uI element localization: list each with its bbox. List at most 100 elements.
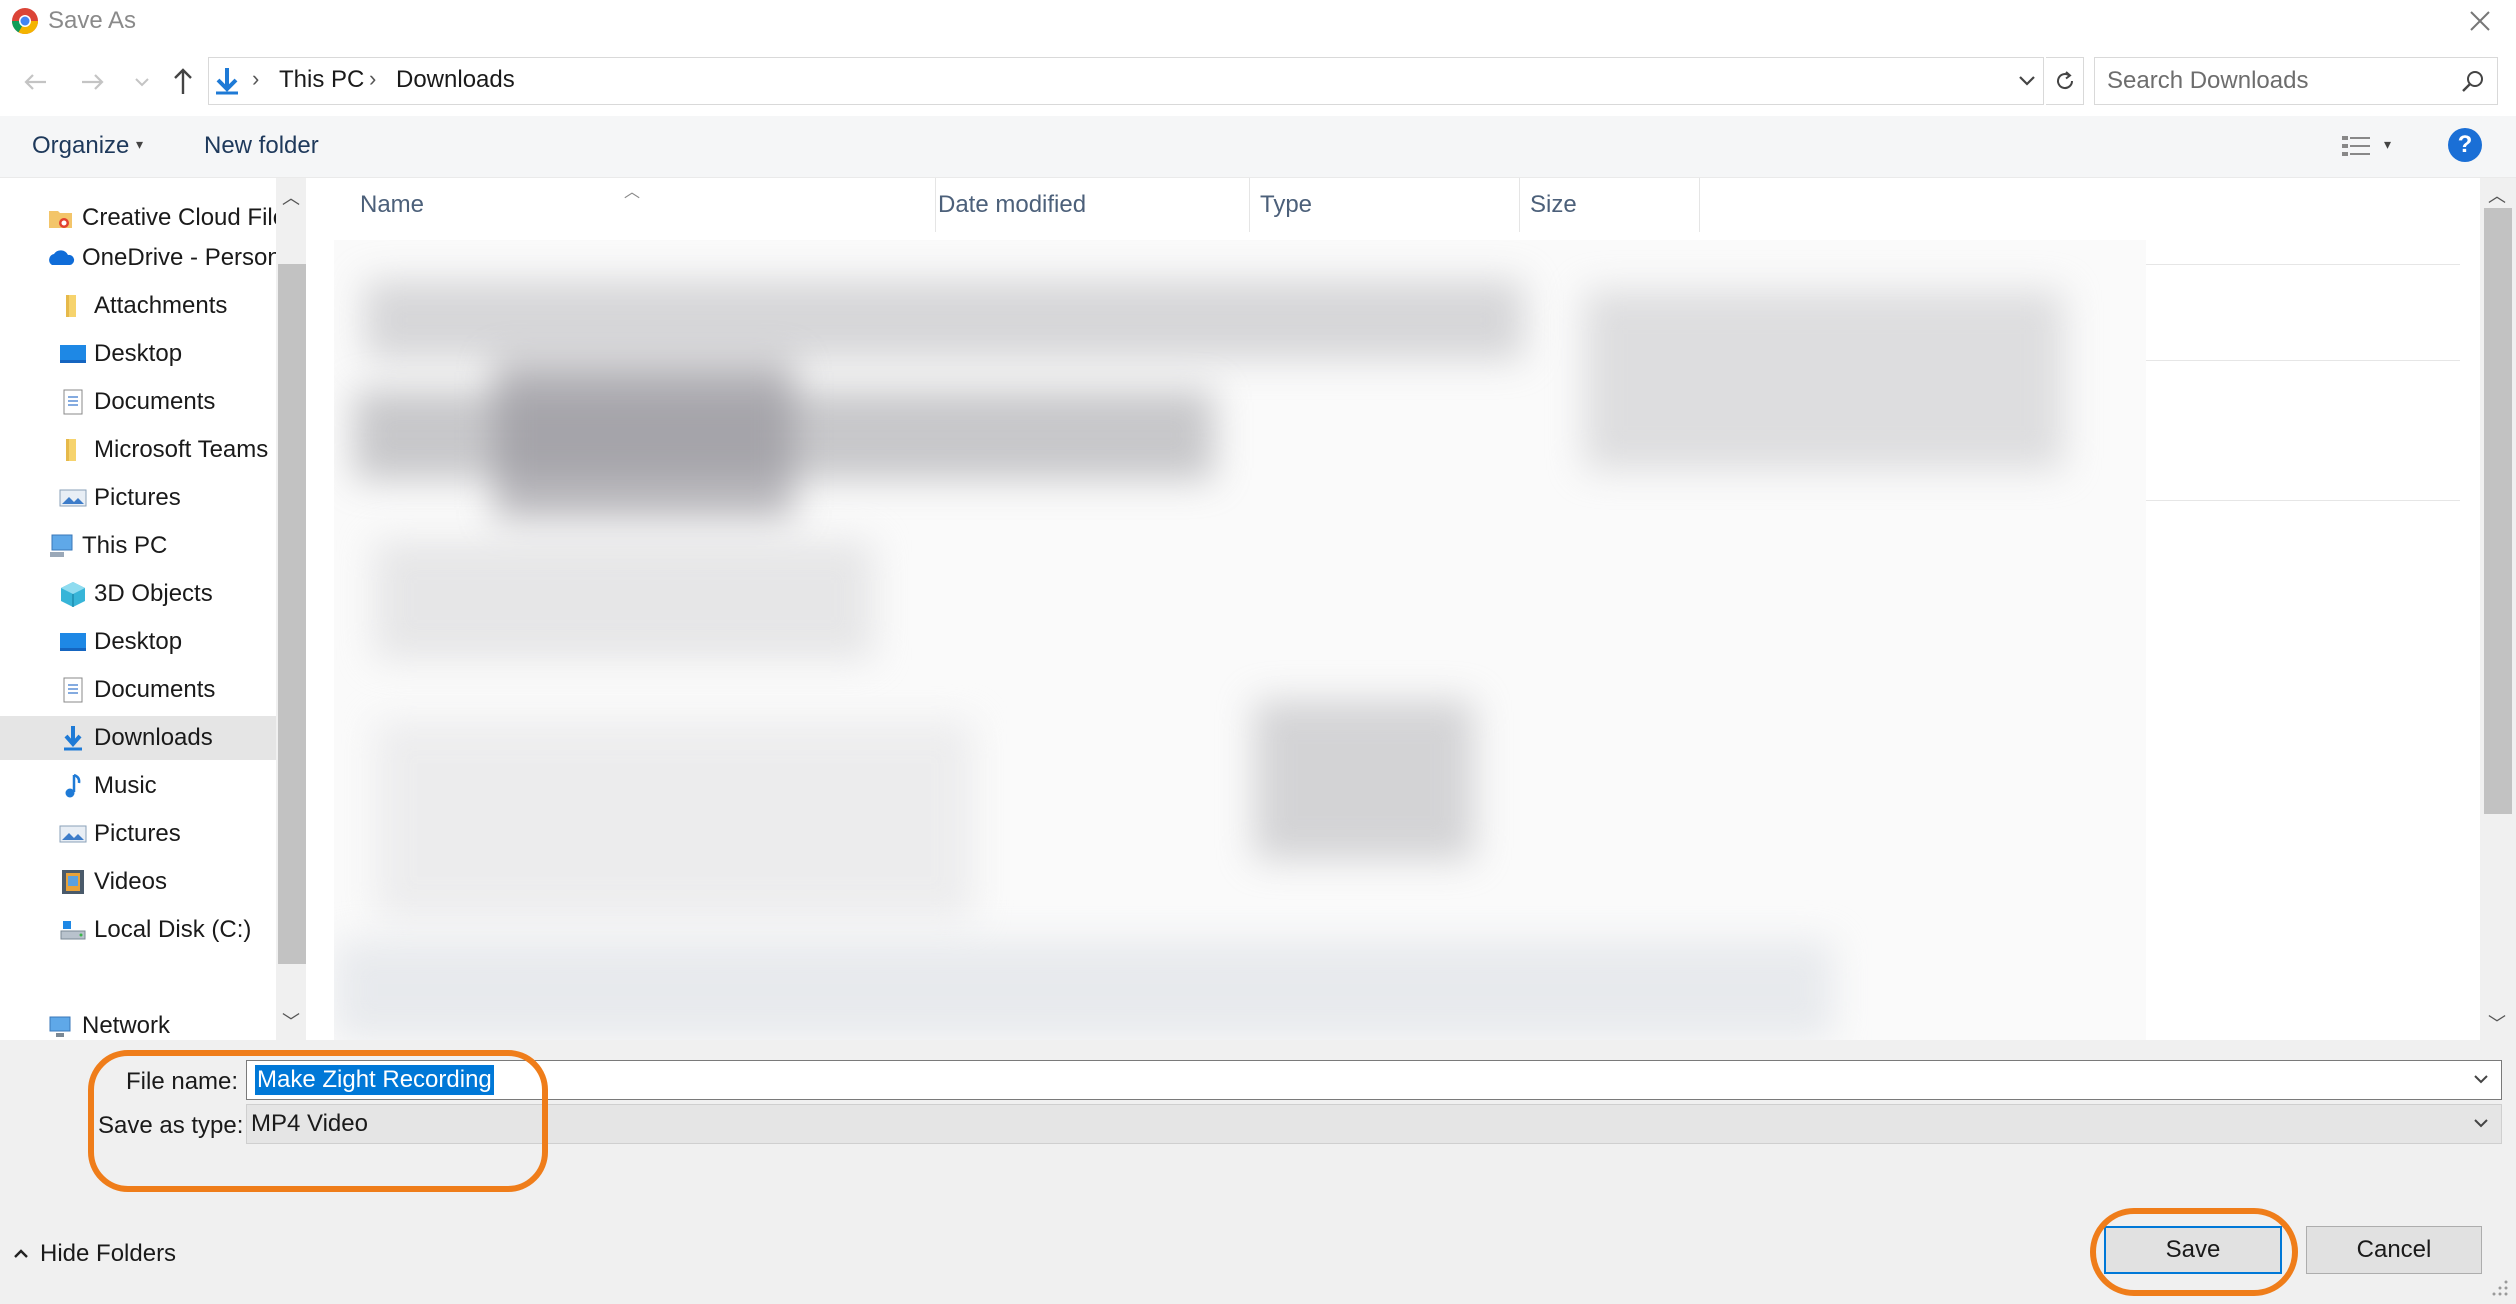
- navigation-scrollbar[interactable]: ︿ ﹀: [276, 178, 308, 1040]
- chrome-app-icon: [11, 8, 39, 35]
- nav-item-label: Microsoft Teams: [94, 436, 269, 463]
- music-icon: [65, 773, 81, 798]
- nav-item-label: Network: [82, 1012, 171, 1039]
- scrollbar-thumb[interactable]: [278, 264, 306, 964]
- organize-dropdown-caret-icon[interactable]: ▾: [136, 136, 143, 153]
- view-dropdown-caret-icon[interactable]: ▾: [2384, 136, 2391, 153]
- nav-item-desktop[interactable]: Desktop: [58, 332, 182, 376]
- nav-item-label: 3D Objects: [94, 580, 213, 607]
- downloads-icon: [64, 726, 82, 751]
- recent-locations-chevron-icon[interactable]: [130, 70, 154, 94]
- nav-item-local-disk[interactable]: Local Disk (C:): [58, 908, 251, 952]
- scroll-up-arrow-icon[interactable]: ︿: [2488, 182, 2506, 208]
- save-as-type-select[interactable]: MP4 Video: [246, 1104, 2502, 1144]
- folder-icon: [66, 439, 76, 461]
- videos-icon: [62, 870, 84, 894]
- nav-item-label: Videos: [94, 868, 167, 895]
- nav-item-label: Pictures: [94, 484, 181, 511]
- hide-folders-button[interactable]: Hide Folders: [12, 1238, 176, 1270]
- search-box[interactable]: [2094, 57, 2498, 105]
- view-options-icon[interactable]: [2336, 128, 2376, 164]
- column-header-date-modified[interactable]: Date modified: [928, 178, 1250, 232]
- organize-menu-button[interactable]: Organize: [32, 130, 129, 162]
- nav-item-attachments[interactable]: Attachments: [58, 284, 227, 328]
- up-arrow-icon[interactable]: [166, 62, 200, 100]
- column-header-label: Size: [1530, 191, 1577, 218]
- scroll-up-arrow-icon[interactable]: ︿: [282, 184, 300, 210]
- nav-item-label: Creative Cloud Files: [82, 204, 299, 231]
- forward-arrow-icon[interactable]: [74, 64, 110, 100]
- file-list-scrollbar[interactable]: ︿ ﹀: [2480, 178, 2516, 1040]
- chevron-up-icon: [14, 1249, 28, 1258]
- breadcrumb-downloads[interactable]: Downloads: [396, 64, 515, 96]
- window-title: Save As: [48, 7, 137, 34]
- close-icon: [2470, 11, 2490, 31]
- breadcrumb-this-pc[interactable]: This PC: [279, 64, 364, 96]
- nav-item-3d-objects[interactable]: 3D Objects: [58, 572, 213, 616]
- nav-item-pictures-pc[interactable]: Pictures: [58, 812, 181, 856]
- downloads-location-icon: [216, 68, 238, 95]
- navigation-pane: Creative Cloud Files OneDrive - Personal…: [0, 178, 306, 1040]
- column-header-label: Type: [1260, 191, 1313, 218]
- creative-cloud-folder-icon: [49, 211, 72, 228]
- sort-ascending-icon: ︿: [624, 184, 641, 201]
- cancel-button[interactable]: Cancel: [2306, 1226, 2482, 1274]
- row-divider: [2146, 264, 2460, 265]
- back-arrow-icon[interactable]: [18, 64, 54, 100]
- command-bar: [0, 116, 2516, 178]
- nav-item-music[interactable]: Music: [58, 764, 157, 808]
- new-folder-button[interactable]: New folder: [204, 130, 319, 162]
- nav-item-label: Documents: [94, 676, 216, 703]
- nav-item-label: Desktop: [94, 628, 183, 655]
- column-header-name[interactable]: Name: [350, 178, 936, 232]
- file-name-dropdown-chevron-icon[interactable]: [2469, 1067, 2493, 1091]
- nav-item-videos[interactable]: Videos: [58, 860, 167, 904]
- refresh-button[interactable]: [2046, 57, 2084, 105]
- pictures-icon: [59, 489, 87, 507]
- obscured-file-rows: [334, 240, 2146, 1040]
- documents-icon: [63, 389, 83, 415]
- address-dropdown-chevron-icon[interactable]: [2012, 66, 2042, 96]
- file-name-input[interactable]: Make Zight Recording: [246, 1060, 2502, 1100]
- nav-item-pictures[interactable]: Pictures: [58, 476, 181, 520]
- nav-item-downloads[interactable]: Downloads: [0, 716, 276, 760]
- breadcrumb-separator-icon[interactable]: ›: [252, 66, 259, 92]
- scrollbar-thumb[interactable]: [2484, 208, 2512, 814]
- search-input[interactable]: [2107, 66, 2447, 96]
- nav-item-network[interactable]: Network: [46, 1004, 170, 1040]
- column-header-size[interactable]: Size: [1520, 178, 1700, 232]
- refresh-icon: [2056, 71, 2073, 90]
- network-icon: [49, 1016, 71, 1037]
- file-list: Name ︿ Date modified Type Size: [306, 178, 2480, 1040]
- nav-item-label: Attachments: [94, 292, 228, 319]
- pictures-icon: [59, 825, 87, 843]
- desktop-icon: [60, 345, 86, 363]
- save-as-type-dropdown-chevron-icon[interactable]: [2469, 1111, 2493, 1135]
- column-header-type[interactable]: Type: [1250, 178, 1520, 232]
- nav-item-documents-pc[interactable]: Documents: [58, 668, 215, 712]
- column-header-label: Name: [360, 191, 425, 218]
- nav-item-label: This PC: [82, 532, 168, 559]
- nav-item-microsoft-teams[interactable]: Microsoft Teams: [58, 428, 268, 472]
- nav-item-label: Music: [94, 772, 157, 799]
- scroll-down-arrow-icon[interactable]: ﹀: [282, 1008, 300, 1034]
- 3d-objects-icon: [61, 582, 85, 607]
- desktop-icon: [60, 633, 86, 651]
- nav-item-creative-cloud-files[interactable]: Creative Cloud Files: [46, 196, 298, 240]
- nav-item-this-pc[interactable]: This PC: [46, 524, 167, 568]
- nav-item-onedrive[interactable]: OneDrive - Personal: [46, 236, 299, 280]
- nav-item-label: Desktop: [94, 340, 183, 367]
- close-button[interactable]: [2456, 0, 2504, 42]
- highlight-annotation-fields: [88, 1050, 548, 1192]
- help-button[interactable]: ?: [2448, 128, 2482, 162]
- breadcrumb-separator-icon[interactable]: ›: [369, 66, 376, 92]
- nav-item-label: Downloads: [94, 724, 213, 751]
- nav-item-documents[interactable]: Documents: [58, 380, 215, 424]
- title-bar: [0, 0, 2516, 44]
- nav-item-desktop-pc[interactable]: Desktop: [58, 620, 182, 664]
- search-icon[interactable]: [2459, 68, 2487, 96]
- scroll-down-arrow-icon[interactable]: ﹀: [2488, 1010, 2506, 1036]
- this-pc-icon: [50, 534, 73, 557]
- resize-grip-icon[interactable]: [2488, 1276, 2510, 1298]
- highlight-annotation-save: [2090, 1208, 2298, 1296]
